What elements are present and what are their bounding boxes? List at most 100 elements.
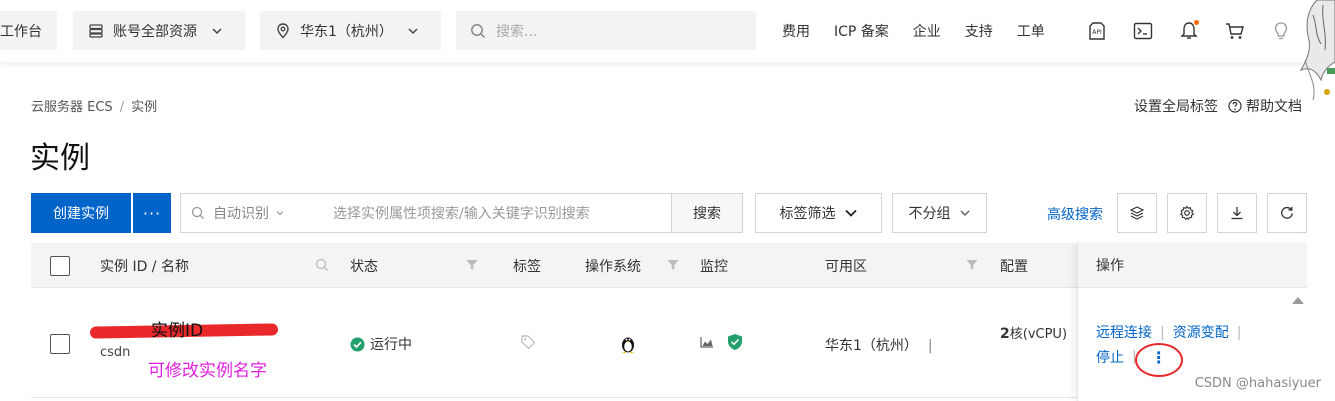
tag-icon[interactable] xyxy=(520,334,536,354)
chevron-down-icon xyxy=(211,25,223,37)
app-api-icon[interactable]: API xyxy=(1086,20,1108,42)
header-links: 设置全局标签 帮助文档 xyxy=(1134,96,1302,116)
link-billing[interactable]: 费用 xyxy=(782,21,810,41)
tag-filter-dropdown[interactable]: 标签筛选 xyxy=(755,193,882,233)
search-icon xyxy=(470,23,486,39)
server-stack-icon xyxy=(89,23,103,38)
header-zone: 可用区 xyxy=(825,258,867,275)
breadcrumb-instances: 实例 xyxy=(131,100,158,115)
auto-detect-dropdown[interactable]: 自动识别 xyxy=(191,203,319,223)
header-config: 配置 xyxy=(1000,258,1028,275)
linux-penguin-icon xyxy=(619,334,637,358)
top-links: 费用 ICP 备案 企业 支持 工单 xyxy=(782,0,1069,62)
link-enterprise[interactable]: 企业 xyxy=(913,21,941,41)
annotation-instance-id: 实例ID xyxy=(151,321,204,341)
svg-text:API: API xyxy=(1092,29,1102,36)
account-resources-label: 账号全部资源 xyxy=(113,23,197,40)
advanced-search-link[interactable]: 高级搜索 xyxy=(1047,204,1103,224)
breadcrumb-ecs[interactable]: 云服务器 ECS xyxy=(31,100,113,115)
watermark-text: CSDN @hahasiyuer xyxy=(1194,376,1321,391)
annotation-rename-hint: 可修改实例名字 xyxy=(148,361,267,381)
filter-icon[interactable] xyxy=(666,258,680,276)
chevron-down-icon xyxy=(407,25,419,37)
instance-search-input[interactable]: 自动识别 选择实例属性项搜索/输入关键字识别搜索 xyxy=(180,193,672,233)
global-search-placeholder: 搜索... xyxy=(496,23,538,40)
link-icp-filing[interactable]: ICP 备案 xyxy=(834,21,889,41)
auto-detect-label: 自动识别 xyxy=(213,206,269,222)
global-tags-link[interactable]: 设置全局标签 xyxy=(1134,96,1218,116)
breadcrumb-separator: / xyxy=(119,100,125,115)
header-actions: 操作 xyxy=(1078,243,1307,288)
zone-divider: | xyxy=(927,338,933,354)
download-icon xyxy=(1229,205,1245,221)
top-navigation-bar: 工作台 账号全部资源 华东1（杭州） 搜索... 费用 ICP 备案 企业 支持… xyxy=(0,0,1335,62)
header-instance-id-name: 实例 ID / 名称 xyxy=(100,258,189,275)
cart-icon[interactable] xyxy=(1224,20,1246,42)
instance-name[interactable]: csdn xyxy=(100,345,130,360)
row-actions-line1: 远程连接 | 资源变配 | xyxy=(1096,322,1249,342)
check-circle-icon xyxy=(350,337,365,352)
refresh-button[interactable] xyxy=(1267,193,1307,233)
instance-status: 运行中 xyxy=(350,334,412,354)
refresh-icon xyxy=(1279,205,1295,221)
create-instance-button[interactable]: 创建实例 xyxy=(31,193,131,233)
action-separator: | xyxy=(1160,325,1165,341)
gear-icon xyxy=(1179,205,1195,221)
account-resources-dropdown[interactable]: 账号全部资源 xyxy=(73,11,245,50)
region-label: 华东1（杭州） xyxy=(300,23,393,40)
download-button[interactable] xyxy=(1217,193,1257,233)
page-title: 实例 xyxy=(30,141,90,176)
header-tags: 标签 xyxy=(513,258,541,275)
resource-change-link[interactable]: 资源变配 xyxy=(1173,325,1229,341)
chevron-down-icon xyxy=(275,208,285,218)
zone-text: 华东1（杭州） xyxy=(825,338,918,354)
remote-connect-link[interactable]: 远程连接 xyxy=(1096,325,1152,341)
chevron-down-icon xyxy=(844,206,858,220)
select-all-checkbox-cell xyxy=(50,243,70,288)
mascot-decoration-image xyxy=(1287,0,1335,105)
security-shield-icon[interactable] xyxy=(726,333,744,355)
terminal-icon[interactable] xyxy=(1132,20,1154,42)
search-button[interactable]: 搜索 xyxy=(671,193,743,233)
layers-button[interactable] xyxy=(1117,193,1157,233)
notification-dot xyxy=(1194,20,1199,25)
layers-icon xyxy=(1129,205,1145,221)
instance-search-placeholder: 选择实例属性项搜索/输入关键字识别搜索 xyxy=(333,206,590,222)
select-all-checkbox[interactable] xyxy=(50,255,70,276)
settings-button[interactable] xyxy=(1167,193,1207,233)
help-circle-icon xyxy=(1228,99,1242,113)
link-tickets[interactable]: 工单 xyxy=(1017,21,1045,41)
header-status: 状态 xyxy=(350,258,378,275)
link-support[interactable]: 支持 xyxy=(965,21,993,41)
location-pin-icon xyxy=(276,22,290,39)
annotation-circle-mark xyxy=(1135,343,1183,377)
instance-config: 2核(vCPU) xyxy=(1000,323,1067,342)
status-text: 运行中 xyxy=(370,337,412,353)
bell-notification-icon[interactable] xyxy=(1178,20,1200,42)
header-monitor: 监控 xyxy=(700,258,728,275)
filter-icon[interactable] xyxy=(965,258,979,276)
group-dropdown[interactable]: 不分组 xyxy=(892,193,987,233)
action-separator: | xyxy=(1236,325,1242,341)
config-cores: 2 xyxy=(1000,326,1010,342)
group-label: 不分组 xyxy=(908,206,951,222)
workbench-link[interactable]: 工作台 xyxy=(0,11,57,50)
region-selector[interactable]: 华东1（杭州） xyxy=(260,11,441,50)
instance-zone: 华东1（杭州） | xyxy=(825,335,933,355)
tag-filter-label: 标签筛选 xyxy=(779,206,836,222)
chevron-down-icon xyxy=(959,207,971,219)
more-actions-button[interactable]: ··· xyxy=(133,193,171,233)
top-icons: API xyxy=(1086,0,1316,62)
config-unit: 核(vCPU) xyxy=(1009,327,1068,342)
row-select-checkbox[interactable] xyxy=(50,334,70,354)
search-icon[interactable] xyxy=(315,258,329,276)
filter-icon[interactable] xyxy=(465,258,479,276)
monitor-chart-icon[interactable] xyxy=(700,336,714,352)
help-docs-link[interactable]: 帮助文档 xyxy=(1228,96,1302,116)
scroll-up-arrow-icon[interactable] xyxy=(1292,297,1304,304)
stop-link[interactable]: 停止 xyxy=(1096,347,1124,367)
search-icon xyxy=(191,206,205,220)
global-search-input[interactable]: 搜索... xyxy=(456,11,756,50)
breadcrumb: 云服务器 ECS / 实例 xyxy=(31,96,157,115)
workbench-label: 工作台 xyxy=(0,23,42,40)
